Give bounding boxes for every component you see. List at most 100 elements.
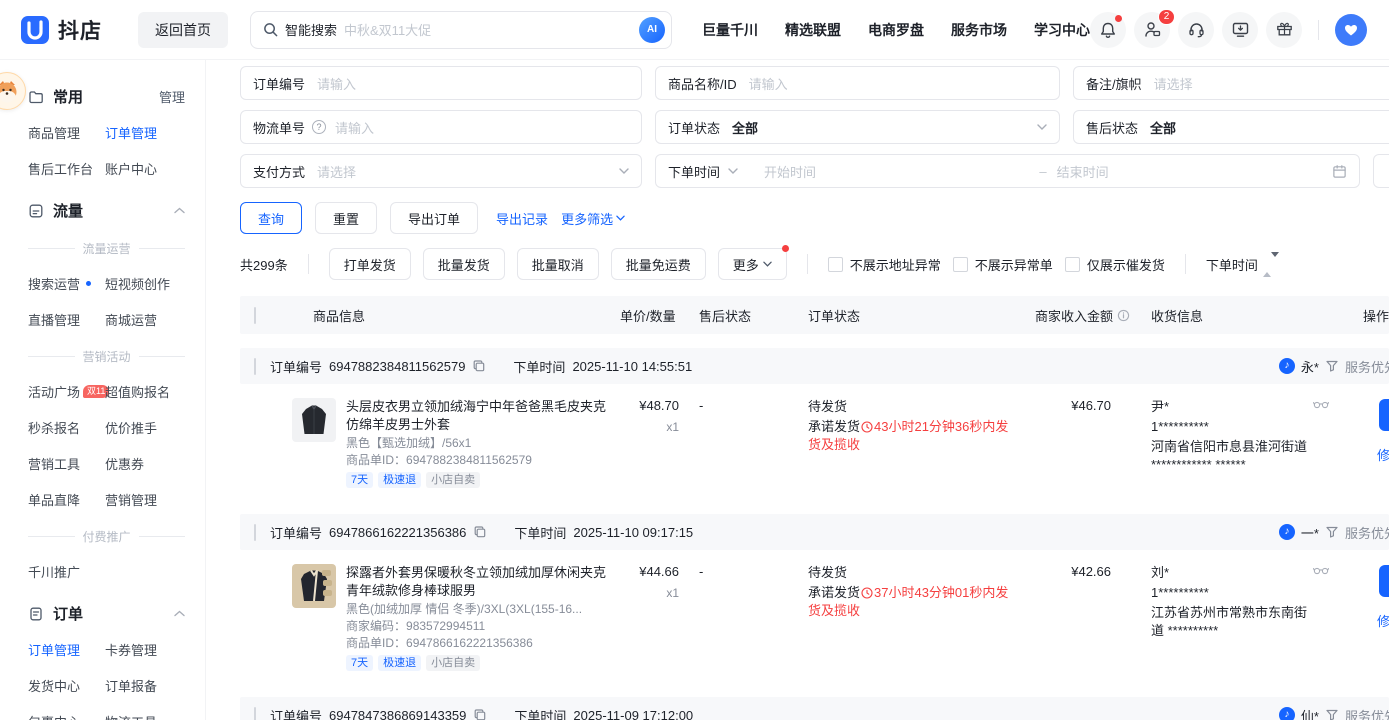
order-checkbox[interactable] bbox=[254, 524, 256, 541]
sidebar-item-short-video[interactable]: 短视频创作 bbox=[105, 274, 195, 293]
batch-free-shipping-button[interactable]: 批量免运费 bbox=[611, 248, 706, 280]
batch-cancel-button[interactable]: 批量取消 bbox=[517, 248, 599, 280]
order-checkbox[interactable] bbox=[254, 707, 256, 720]
ai-search-button[interactable]: AI bbox=[639, 17, 665, 43]
notification-bell-button[interactable] bbox=[1090, 12, 1126, 48]
order-status-cell: 待发货 承诺发货43小时21分钟36秒内发货及揽收 bbox=[800, 398, 1025, 488]
filter-order-no[interactable]: 订单编号 请输入 bbox=[240, 66, 642, 100]
product-title[interactable]: 探露者外套男保暖秋冬立领加绒加厚休闲夹克青年绒款修身棒球服男 bbox=[346, 564, 606, 600]
sidebar-item-price-promoter[interactable]: 优价推手 bbox=[105, 418, 195, 437]
sort-by-order-time[interactable]: 下单时间 bbox=[1206, 255, 1279, 274]
sidebar-item-package-center[interactable]: 包裹中心 bbox=[28, 712, 105, 720]
sidebar-item-single-discount[interactable]: 单品直降 bbox=[28, 490, 105, 509]
flag-filter-icon[interactable] bbox=[1325, 708, 1339, 720]
download-client-button[interactable] bbox=[1222, 12, 1258, 48]
sidebar-item-account-center[interactable]: 账户中心 bbox=[105, 159, 195, 178]
checkbox-icon[interactable] bbox=[828, 257, 843, 272]
hide-address-abnormal-checkbox[interactable]: 不展示地址异常 bbox=[828, 255, 941, 274]
only-urge-ship-checkbox[interactable]: 仅展示催发货 bbox=[1065, 255, 1165, 274]
tracking-help-icon[interactable]: ? bbox=[312, 120, 326, 134]
checkbox-icon[interactable] bbox=[1065, 257, 1080, 272]
order-checkbox[interactable] bbox=[254, 358, 256, 375]
search-input[interactable]: 智能搜索 中秋&双11大促 AI bbox=[250, 11, 672, 49]
more-actions-button[interactable]: 更多 bbox=[718, 248, 787, 280]
product-image[interactable] bbox=[292, 564, 336, 608]
flag-filter-icon[interactable] bbox=[1325, 359, 1339, 373]
sidebar-item-search-ops[interactable]: 搜索运营 bbox=[28, 274, 105, 293]
batch-ship-button[interactable]: 批量发货 bbox=[423, 248, 505, 280]
section-order[interactable]: 订单 bbox=[28, 603, 185, 624]
sidebar-item-marketing-tools[interactable]: 营销工具 bbox=[28, 454, 105, 473]
filter-aftersale-status[interactable]: 售后状态 全部 bbox=[1073, 110, 1389, 144]
sidebar-item-marketing-manage[interactable]: 营销管理 bbox=[105, 490, 195, 509]
section-traffic-title: 流量 bbox=[53, 200, 83, 221]
sidebar-item-order-report[interactable]: 订单报备 bbox=[105, 676, 195, 695]
nav-qianchuan[interactable]: 巨量千川 bbox=[702, 20, 758, 40]
brand-logo[interactable]: 抖店 bbox=[20, 15, 102, 45]
nav-market[interactable]: 服务市场 bbox=[951, 20, 1007, 40]
sidebar-item-logistics-tools[interactable]: 物流工具 bbox=[105, 712, 195, 720]
douyin-user-icon: ♪ bbox=[1279, 358, 1295, 374]
filter-order-status[interactable]: 订单状态 全部 bbox=[655, 110, 1060, 144]
manage-common-link[interactable]: 管理 bbox=[159, 87, 185, 106]
end-time-placeholder[interactable]: 结束时间 bbox=[1057, 162, 1332, 181]
sidebar-item-order-manage-2[interactable]: 订单管理 bbox=[28, 640, 105, 659]
sidebar-item-ship-center[interactable]: 发货中心 bbox=[28, 676, 105, 695]
checkbox-icon[interactable] bbox=[953, 257, 968, 272]
sidebar-item-order-manage[interactable]: 订单管理 bbox=[105, 123, 195, 142]
filter-product-name[interactable]: 商品名称/ID 请输入 bbox=[655, 66, 1060, 100]
account-avatar[interactable] bbox=[1335, 14, 1367, 46]
select-all-checkbox[interactable] bbox=[254, 307, 256, 324]
reset-button[interactable]: 重置 bbox=[315, 202, 377, 234]
sidebar-item-activity-square[interactable]: 活动广场双11 bbox=[28, 382, 105, 401]
sidebar-item-mall-ops[interactable]: 商城运营 bbox=[105, 310, 195, 329]
export-log-link[interactable]: 导出记录 bbox=[496, 209, 548, 228]
sidebar-item-aftersale-workbench[interactable]: 售后工作台 bbox=[28, 159, 105, 178]
copy-icon[interactable] bbox=[473, 708, 487, 720]
filter-payment[interactable]: 支付方式 请选择 bbox=[240, 154, 642, 188]
filter-tracking-no[interactable]: 物流单号 ? 请输入 bbox=[240, 110, 642, 144]
privacy-glasses-icon[interactable] bbox=[1313, 400, 1329, 409]
product-image[interactable] bbox=[292, 398, 336, 442]
privacy-glasses-icon[interactable] bbox=[1313, 566, 1329, 575]
collapse-traffic-icon[interactable] bbox=[174, 207, 185, 214]
modify-address-link[interactable]: 修 bbox=[1377, 611, 1389, 630]
ship-button[interactable] bbox=[1379, 565, 1389, 597]
customer-service-button[interactable] bbox=[1178, 12, 1214, 48]
sidebar-item-qianchuan-promo[interactable]: 千川推广 bbox=[28, 562, 105, 581]
flag-filter-icon[interactable] bbox=[1325, 525, 1339, 539]
sidebar-item-card-coupon[interactable]: 卡券管理 bbox=[105, 640, 195, 659]
info-icon[interactable] bbox=[1117, 309, 1130, 322]
query-button[interactable]: 查询 bbox=[240, 202, 302, 234]
modify-address-link[interactable]: 修 bbox=[1377, 445, 1389, 464]
receiver-phone: 1********** bbox=[1151, 584, 1309, 602]
receiver-cell: 尹* 1********** 河南省信阳市息县淮河街道 ************… bbox=[1135, 398, 1335, 488]
filter-remark-flag[interactable]: 备注/旗帜 请选择 bbox=[1073, 66, 1389, 100]
filter-order-time-range[interactable]: 下单时间 开始时间 – 结束时间 bbox=[655, 154, 1360, 188]
start-time-placeholder[interactable]: 开始时间 bbox=[764, 162, 1039, 181]
back-home-button[interactable]: 返回首页 bbox=[138, 12, 228, 48]
sidebar-item-coupons[interactable]: 优惠券 bbox=[105, 454, 195, 473]
app-center-button[interactable] bbox=[1266, 12, 1302, 48]
messages-button[interactable]: 2 bbox=[1134, 12, 1170, 48]
order-body: 头层皮衣男立领加绒海宁中年爸爸黑毛皮夹克仿绵羊皮男士外套 黑色【甄选加绒】/56… bbox=[240, 384, 1389, 500]
more-filters-link[interactable]: 更多筛选 bbox=[561, 209, 625, 228]
ship-button[interactable] bbox=[1379, 399, 1389, 431]
section-traffic[interactable]: 流量 bbox=[28, 200, 185, 221]
export-orders-button[interactable]: 导出订单 bbox=[390, 202, 478, 234]
copy-icon[interactable] bbox=[472, 359, 486, 373]
filter-extra-partial[interactable] bbox=[1373, 154, 1389, 188]
collapse-order-icon[interactable] bbox=[174, 610, 185, 617]
sidebar-item-flash-sale[interactable]: 秒杀报名 bbox=[28, 418, 105, 437]
nav-jingxuan[interactable]: 精选联盟 bbox=[785, 20, 841, 40]
hide-abnormal-order-checkbox[interactable]: 不展示异常单 bbox=[953, 255, 1053, 274]
product-title[interactable]: 头层皮衣男立领加绒海宁中年爸爸黑毛皮夹克仿绵羊皮男士外套 bbox=[346, 398, 606, 434]
print-ship-button[interactable]: 打单发货 bbox=[329, 248, 411, 280]
sidebar-item-super-value[interactable]: 超值购报名 bbox=[105, 382, 195, 401]
product-tags: 7天 极速退 小店自卖 bbox=[346, 472, 606, 488]
nav-luopan[interactable]: 电商罗盘 bbox=[868, 20, 924, 40]
copy-icon[interactable] bbox=[473, 525, 487, 539]
nav-learn[interactable]: 学习中心 bbox=[1034, 20, 1090, 40]
sidebar-item-product-manage[interactable]: 商品管理 bbox=[28, 123, 105, 142]
sidebar-item-live-manage[interactable]: 直播管理 bbox=[28, 310, 105, 329]
